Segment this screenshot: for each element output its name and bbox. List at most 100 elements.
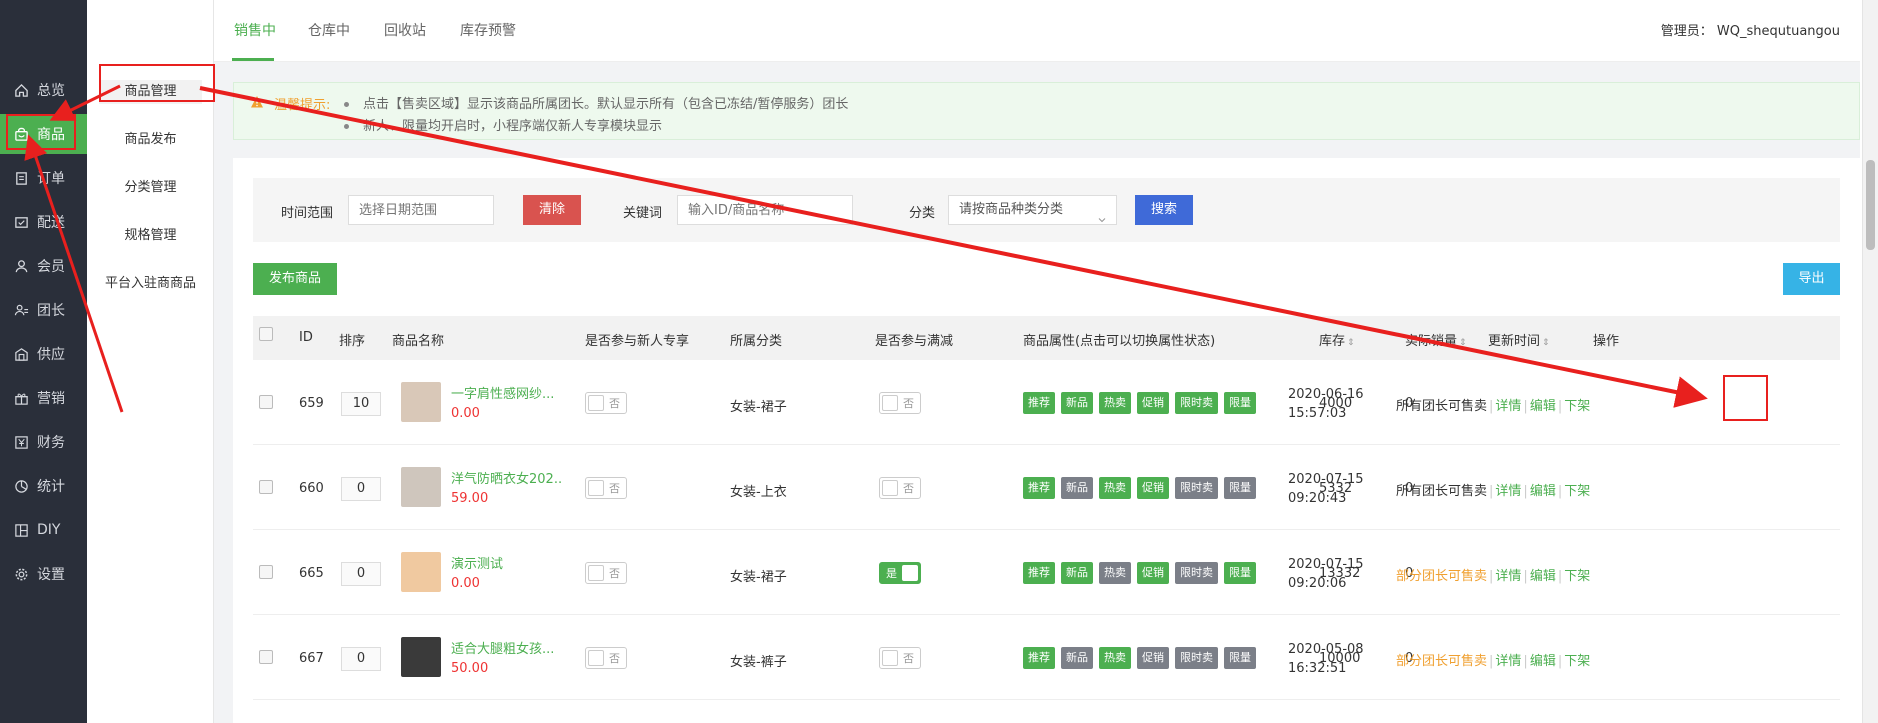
submenu-platform-merchant-goods[interactable]: 平台入驻商商品 <box>87 274 214 294</box>
edit-link[interactable]: 编辑 <box>1530 399 1556 414</box>
newcomer-toggle[interactable]: 否 <box>585 477 627 499</box>
tab-stock-warning[interactable]: 库存预警 <box>460 20 516 40</box>
scrollbar-thumb[interactable] <box>1866 160 1875 250</box>
col-updated[interactable]: 更新时间 ⇕ <box>1488 330 1550 349</box>
nav-item-marketing[interactable]: 营销 <box>0 378 87 418</box>
nav-label: 配送 <box>37 215 65 231</box>
attribute-tag[interactable]: 新品 <box>1061 477 1093 499</box>
edit-link[interactable]: 编辑 <box>1530 654 1556 669</box>
attribute-tag[interactable]: 新品 <box>1061 392 1093 414</box>
sale-scope-link[interactable]: 所有团长可售卖 <box>1396 399 1487 414</box>
nav-item-supply[interactable]: 供应 <box>0 334 87 374</box>
row-checkbox[interactable] <box>259 395 273 409</box>
col-sales[interactable]: 实际销量 ⇕ <box>1405 330 1467 349</box>
off-shelf-link[interactable]: 下架 <box>1564 484 1590 499</box>
attribute-tag[interactable]: 促销 <box>1137 647 1169 669</box>
goods-name-link[interactable]: 适合大腿粗女孩... <box>451 638 563 657</box>
select-all-checkbox[interactable] <box>259 327 273 341</box>
attribute-tag[interactable]: 推荐 <box>1023 647 1055 669</box>
fullcut-toggle[interactable]: 否 <box>879 477 921 499</box>
attribute-tag[interactable]: 新品 <box>1061 562 1093 584</box>
submenu-category-management[interactable]: 分类管理 <box>87 178 214 198</box>
off-shelf-link[interactable]: 下架 <box>1564 399 1590 414</box>
fullcut-toggle[interactable]: 否 <box>879 392 921 414</box>
goods-name-link[interactable]: 一字肩性感网纱... <box>451 383 563 402</box>
col-stock[interactable]: 库存 ⇕ <box>1319 330 1355 349</box>
detail-link[interactable]: 详情 <box>1495 399 1521 414</box>
attribute-tag[interactable]: 促销 <box>1137 562 1169 584</box>
off-shelf-link[interactable]: 下架 <box>1564 654 1590 669</box>
row-checkbox[interactable] <box>259 565 273 579</box>
publish-goods-button[interactable]: 发布商品 <box>253 263 337 295</box>
attribute-tag[interactable]: 促销 <box>1137 477 1169 499</box>
nav-item-members[interactable]: 会员 <box>0 246 87 286</box>
fullcut-toggle[interactable]: 是 <box>879 562 921 584</box>
tab-recycle-bin[interactable]: 回收站 <box>384 20 426 40</box>
table-row: 659 10 一字肩性感网纱... 0.00 否 女装-裙子 否 推荐 新品 热卖促… <box>253 360 1840 445</box>
sort-input[interactable]: 0 <box>341 477 381 501</box>
nav-label: 财务 <box>37 435 65 451</box>
attribute-tag[interactable]: 限量 <box>1224 562 1256 584</box>
edit-link[interactable]: 编辑 <box>1530 569 1556 584</box>
attribute-tag[interactable]: 限量 <box>1224 477 1256 499</box>
export-button[interactable]: 导出 <box>1783 263 1840 295</box>
goods-name-link[interactable]: 洋气防晒衣女202... <box>451 468 563 487</box>
search-button[interactable]: 搜索 <box>1135 195 1193 225</box>
nav-item-statistics[interactable]: 统计 <box>0 466 87 506</box>
date-range-input[interactable] <box>348 195 494 225</box>
attribute-tag[interactable]: 限量 <box>1224 647 1256 669</box>
edit-link[interactable]: 编辑 <box>1530 484 1556 499</box>
attribute-tag[interactable]: 推荐 <box>1023 477 1055 499</box>
sale-scope-link[interactable]: 所有团长可售卖 <box>1396 484 1487 499</box>
nav-item-delivery[interactable]: 配送 <box>0 202 87 242</box>
attribute-tag[interactable]: 限时卖 <box>1175 477 1218 499</box>
attribute-tag[interactable]: 推荐 <box>1023 562 1055 584</box>
attribute-tag[interactable]: 热卖 <box>1099 477 1131 499</box>
clear-button[interactable]: 清除 <box>523 195 581 225</box>
tab-on-sale[interactable]: 销售中 <box>234 20 276 40</box>
attribute-tag[interactable]: 热卖 <box>1099 562 1131 584</box>
attribute-tag[interactable]: 促销 <box>1137 392 1169 414</box>
sort-input[interactable]: 10 <box>341 392 381 416</box>
sale-scope-link[interactable]: 部分团长可售卖 <box>1396 654 1487 669</box>
sort-icon: ⇕ <box>1459 338 1467 348</box>
fullcut-toggle[interactable]: 否 <box>879 647 921 669</box>
detail-link[interactable]: 详情 <box>1495 484 1521 499</box>
page-scrollbar[interactable] <box>1862 0 1878 723</box>
row-checkbox[interactable] <box>259 480 273 494</box>
attribute-tag[interactable]: 限时卖 <box>1175 647 1218 669</box>
submenu-goods-publish[interactable]: 商品发布 <box>87 130 214 150</box>
attribute-tag[interactable]: 限时卖 <box>1175 562 1218 584</box>
detail-link[interactable]: 详情 <box>1495 654 1521 669</box>
nav-item-leaders[interactable]: 团长 <box>0 290 87 330</box>
goods-price: 59.00 <box>451 491 489 506</box>
keyword-input[interactable] <box>677 195 853 225</box>
submenu-spec-management[interactable]: 规格管理 <box>87 226 214 246</box>
sale-scope-link[interactable]: 部分团长可售卖 <box>1396 569 1487 584</box>
updated-time: 2020-07-15 09:20:43 <box>1288 472 1364 506</box>
attribute-tag[interactable]: 限时卖 <box>1175 392 1218 414</box>
off-shelf-link[interactable]: 下架 <box>1564 569 1590 584</box>
nav-item-diy[interactable]: DIY <box>0 510 87 550</box>
sort-input[interactable]: 0 <box>341 647 381 671</box>
nav-item-finance[interactable]: 财务 <box>0 422 87 462</box>
detail-link[interactable]: 详情 <box>1495 569 1521 584</box>
attribute-tag[interactable]: 热卖 <box>1099 392 1131 414</box>
goods-id: 659 <box>299 396 324 411</box>
newcomer-toggle[interactable]: 否 <box>585 647 627 669</box>
category-select[interactable]: 请按商品种类分类 <box>948 195 1117 225</box>
attribute-tag[interactable]: 限量 <box>1224 392 1256 414</box>
finance-icon <box>14 435 29 450</box>
sort-input[interactable]: 0 <box>341 562 381 586</box>
goods-name-link[interactable]: 演示测试 <box>451 553 563 572</box>
attribute-tag[interactable]: 推荐 <box>1023 392 1055 414</box>
attribute-tag[interactable]: 新品 <box>1061 647 1093 669</box>
attribute-tag[interactable]: 热卖 <box>1099 647 1131 669</box>
nav-item-orders[interactable]: 订单 <box>0 158 87 198</box>
tab-warehouse[interactable]: 仓库中 <box>308 20 350 40</box>
newcomer-toggle[interactable]: 否 <box>585 392 627 414</box>
nav-item-settings[interactable]: 设置 <box>0 554 87 594</box>
newcomer-toggle[interactable]: 否 <box>585 562 627 584</box>
nav-item-overview[interactable]: 总览 <box>0 70 87 110</box>
row-checkbox[interactable] <box>259 650 273 664</box>
